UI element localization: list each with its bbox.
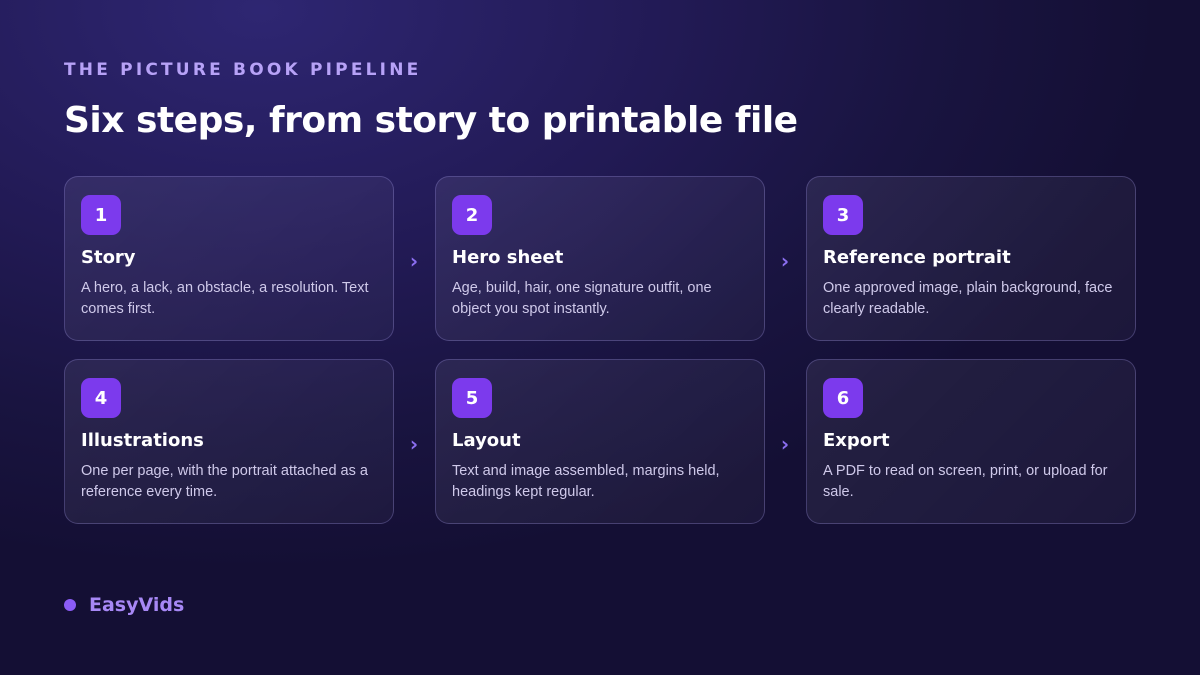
chevron-right-icon: › [409, 249, 419, 273]
step-card-layout: 5 Layout Text and image assembled, margi… [435, 359, 765, 524]
step-description: One per page, with the portrait attached… [81, 463, 368, 500]
step-number-badge: 3 [823, 195, 863, 235]
chevron-right-icon: › [780, 249, 790, 273]
step-title: Story [81, 247, 136, 268]
brand-logo: EasyVids [64, 594, 184, 616]
step-title: Export [823, 430, 890, 451]
chevron-right-icon: › [409, 432, 419, 456]
step-title: Layout [452, 430, 521, 451]
chevron-right-icon: › [780, 432, 790, 456]
brand-dot-icon [64, 599, 76, 611]
page-title: Six steps, from story to printable file [64, 100, 798, 141]
step-title: Reference portrait [823, 247, 1011, 268]
step-number-badge: 6 [823, 378, 863, 418]
step-description: A PDF to read on screen, print, or uploa… [823, 463, 1108, 500]
step-number-badge: 4 [81, 378, 121, 418]
step-card-reference-portrait: 3 Reference portrait One approved image,… [806, 176, 1136, 341]
step-description: Text and image assembled, margins held, … [452, 463, 720, 500]
eyebrow-label: THE PICTURE BOOK PIPELINE [64, 60, 422, 80]
step-card-hero-sheet: 2 Hero sheet Age, build, hair, one signa… [435, 176, 765, 341]
step-card-illustrations: 4 Illustrations One per page, with the p… [64, 359, 394, 524]
step-number-badge: 2 [452, 195, 492, 235]
step-title: Hero sheet [452, 247, 564, 268]
step-card-export: 6 Export A PDF to read on screen, print,… [806, 359, 1136, 524]
step-number-badge: 1 [81, 195, 121, 235]
step-description: Age, build, hair, one signature outfit, … [452, 280, 712, 317]
step-title: Illustrations [81, 430, 204, 451]
step-description: A hero, a lack, an obstacle, a resolutio… [81, 280, 369, 317]
step-number-badge: 5 [452, 378, 492, 418]
step-description: One approved image, plain background, fa… [823, 280, 1113, 317]
brand-name: EasyVids [89, 594, 185, 616]
step-card-story: 1 Story A hero, a lack, an obstacle, a r… [64, 176, 394, 341]
